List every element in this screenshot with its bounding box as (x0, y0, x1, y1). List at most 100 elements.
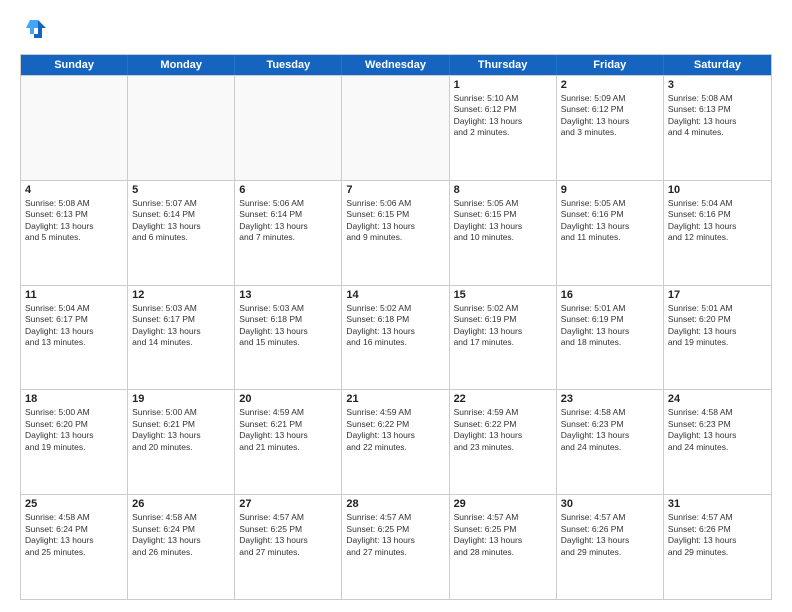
calendar: SundayMondayTuesdayWednesdayThursdayFrid… (20, 54, 772, 600)
calendar-cell: 4 Sunrise: 5:08 AM Sunset: 6:13 PM Daylig… (21, 181, 128, 285)
calendar-row-3: 18Sunrise: 5:00 AM Sunset: 6:20 PM Dayli… (21, 389, 771, 494)
calendar-cell: 31 Sunrise: 4:57 AM Sunset: 6:26 PM Dayli… (664, 495, 771, 599)
weekday-header-monday: Monday (128, 55, 235, 75)
day-info: Sunrise: 4:57 AM Sunset: 6:25 PM Dayligh… (346, 512, 444, 558)
day-number: 11 (25, 289, 123, 301)
calendar-row-1: 4 Sunrise: 5:08 AM Sunset: 6:13 PM Daylig… (21, 180, 771, 285)
calendar-body: 1 Sunrise: 5:10 AM Sunset: 6:12 PM Daylig… (21, 75, 771, 599)
calendar-cell: 29Sunrise: 4:57 AM Sunset: 6:25 PM Dayli… (450, 495, 557, 599)
calendar-cell: 25Sunrise: 4:58 AM Sunset: 6:24 PM Dayli… (21, 495, 128, 599)
day-info: Sunrise: 5:04 AM Sunset: 6:17 PM Dayligh… (25, 303, 123, 349)
day-info: Sunrise: 5:01 AM Sunset: 6:19 PM Dayligh… (561, 303, 659, 349)
day-info: Sunrise: 5:02 AM Sunset: 6:19 PM Dayligh… (454, 303, 552, 349)
calendar-cell: 27 Sunrise: 4:57 AM Sunset: 6:25 PM Dayli… (235, 495, 342, 599)
day-number: 28 (346, 498, 444, 510)
calendar-cell (128, 76, 235, 180)
calendar-cell: 19 Sunrise: 5:00 AM Sunset: 6:21 PM Dayli… (128, 390, 235, 494)
day-number: 19 (132, 393, 230, 405)
day-number: 26 (132, 498, 230, 510)
header (20, 16, 772, 44)
calendar-cell: 21 Sunrise: 4:59 AM Sunset: 6:22 PM Dayli… (342, 390, 449, 494)
day-number: 22 (454, 393, 552, 405)
calendar-cell: 1 Sunrise: 5:10 AM Sunset: 6:12 PM Daylig… (450, 76, 557, 180)
calendar-cell (235, 76, 342, 180)
day-info: Sunrise: 4:57 AM Sunset: 6:25 PM Dayligh… (239, 512, 337, 558)
calendar-cell: 16 Sunrise: 5:01 AM Sunset: 6:19 PM Dayli… (557, 286, 664, 390)
day-number: 10 (668, 184, 767, 196)
calendar-cell: 24 Sunrise: 4:58 AM Sunset: 6:23 PM Dayli… (664, 390, 771, 494)
logo (20, 16, 52, 44)
calendar-cell: 3 Sunrise: 5:08 AM Sunset: 6:13 PM Daylig… (664, 76, 771, 180)
day-number: 9 (561, 184, 659, 196)
calendar-cell: 14 Sunrise: 5:02 AM Sunset: 6:18 PM Dayli… (342, 286, 449, 390)
calendar-cell (21, 76, 128, 180)
calendar-cell: 12 Sunrise: 5:03 AM Sunset: 6:17 PM Dayli… (128, 286, 235, 390)
day-info: Sunrise: 5:03 AM Sunset: 6:17 PM Dayligh… (132, 303, 230, 349)
calendar-cell: 18Sunrise: 5:00 AM Sunset: 6:20 PM Dayli… (21, 390, 128, 494)
calendar-cell: 10 Sunrise: 5:04 AM Sunset: 6:16 PM Dayli… (664, 181, 771, 285)
day-info: Sunrise: 5:04 AM Sunset: 6:16 PM Dayligh… (668, 198, 767, 244)
day-number: 4 (25, 184, 123, 196)
day-number: 27 (239, 498, 337, 510)
calendar-row-2: 11 Sunrise: 5:04 AM Sunset: 6:17 PM Dayli… (21, 285, 771, 390)
day-info: Sunrise: 5:06 AM Sunset: 6:15 PM Dayligh… (346, 198, 444, 244)
day-number: 20 (239, 393, 337, 405)
calendar-cell: 9 Sunrise: 5:05 AM Sunset: 6:16 PM Daylig… (557, 181, 664, 285)
calendar-row-0: 1 Sunrise: 5:10 AM Sunset: 6:12 PM Daylig… (21, 75, 771, 180)
calendar-cell: 28 Sunrise: 4:57 AM Sunset: 6:25 PM Dayli… (342, 495, 449, 599)
day-info: Sunrise: 4:58 AM Sunset: 6:23 PM Dayligh… (668, 407, 767, 453)
day-info: Sunrise: 5:07 AM Sunset: 6:14 PM Dayligh… (132, 198, 230, 244)
calendar-cell: 2 Sunrise: 5:09 AM Sunset: 6:12 PM Daylig… (557, 76, 664, 180)
calendar-cell: 23Sunrise: 4:58 AM Sunset: 6:23 PM Dayli… (557, 390, 664, 494)
day-number: 13 (239, 289, 337, 301)
logo-icon (20, 16, 48, 44)
calendar-cell: 22 Sunrise: 4:59 AM Sunset: 6:22 PM Dayli… (450, 390, 557, 494)
day-info: Sunrise: 5:08 AM Sunset: 6:13 PM Dayligh… (25, 198, 123, 244)
calendar-cell: 15Sunrise: 5:02 AM Sunset: 6:19 PM Dayli… (450, 286, 557, 390)
weekday-header-sunday: Sunday (21, 55, 128, 75)
weekday-header-tuesday: Tuesday (235, 55, 342, 75)
calendar-cell: 26Sunrise: 4:58 AM Sunset: 6:24 PM Dayli… (128, 495, 235, 599)
day-number: 24 (668, 393, 767, 405)
day-info: Sunrise: 5:09 AM Sunset: 6:12 PM Dayligh… (561, 93, 659, 139)
day-number: 14 (346, 289, 444, 301)
day-info: Sunrise: 5:02 AM Sunset: 6:18 PM Dayligh… (346, 303, 444, 349)
day-number: 16 (561, 289, 659, 301)
day-number: 17 (668, 289, 767, 301)
calendar-cell: 6 Sunrise: 5:06 AM Sunset: 6:14 PM Daylig… (235, 181, 342, 285)
day-info: Sunrise: 5:05 AM Sunset: 6:16 PM Dayligh… (561, 198, 659, 244)
calendar-cell: 7 Sunrise: 5:06 AM Sunset: 6:15 PM Daylig… (342, 181, 449, 285)
day-info: Sunrise: 5:08 AM Sunset: 6:13 PM Dayligh… (668, 93, 767, 139)
day-info: Sunrise: 5:06 AM Sunset: 6:14 PM Dayligh… (239, 198, 337, 244)
day-number: 21 (346, 393, 444, 405)
day-number: 1 (454, 79, 552, 91)
day-number: 5 (132, 184, 230, 196)
day-info: Sunrise: 5:10 AM Sunset: 6:12 PM Dayligh… (454, 93, 552, 139)
day-number: 8 (454, 184, 552, 196)
day-number: 30 (561, 498, 659, 510)
day-number: 31 (668, 498, 767, 510)
day-number: 3 (668, 79, 767, 91)
day-number: 23 (561, 393, 659, 405)
weekday-header-friday: Friday (557, 55, 664, 75)
calendar-cell: 20 Sunrise: 4:59 AM Sunset: 6:21 PM Dayli… (235, 390, 342, 494)
day-number: 12 (132, 289, 230, 301)
calendar-header: SundayMondayTuesdayWednesdayThursdayFrid… (21, 55, 771, 75)
day-info: Sunrise: 4:59 AM Sunset: 6:22 PM Dayligh… (346, 407, 444, 453)
day-info: Sunrise: 5:01 AM Sunset: 6:20 PM Dayligh… (668, 303, 767, 349)
day-number: 2 (561, 79, 659, 91)
day-info: Sunrise: 4:57 AM Sunset: 6:25 PM Dayligh… (454, 512, 552, 558)
day-number: 7 (346, 184, 444, 196)
calendar-row-4: 25Sunrise: 4:58 AM Sunset: 6:24 PM Dayli… (21, 494, 771, 599)
weekday-header-saturday: Saturday (664, 55, 771, 75)
calendar-cell (342, 76, 449, 180)
day-info: Sunrise: 4:59 AM Sunset: 6:22 PM Dayligh… (454, 407, 552, 453)
day-info: Sunrise: 4:58 AM Sunset: 6:24 PM Dayligh… (25, 512, 123, 558)
day-info: Sunrise: 5:00 AM Sunset: 6:21 PM Dayligh… (132, 407, 230, 453)
page: SundayMondayTuesdayWednesdayThursdayFrid… (0, 0, 792, 612)
day-info: Sunrise: 4:59 AM Sunset: 6:21 PM Dayligh… (239, 407, 337, 453)
calendar-cell: 13Sunrise: 5:03 AM Sunset: 6:18 PM Dayli… (235, 286, 342, 390)
day-number: 18 (25, 393, 123, 405)
day-number: 6 (239, 184, 337, 196)
day-info: Sunrise: 4:57 AM Sunset: 6:26 PM Dayligh… (668, 512, 767, 558)
